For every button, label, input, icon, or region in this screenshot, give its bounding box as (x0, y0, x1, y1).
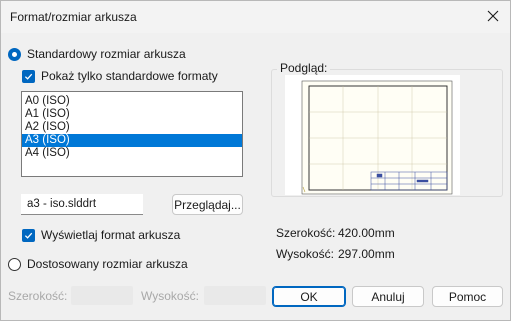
show-format-checkbox[interactable] (22, 228, 35, 242)
custom-height-label: Wysokość: (141, 289, 199, 303)
checkmark-icon (24, 73, 33, 80)
standard-size-label: Standardowy rozmiar arkusza (27, 47, 186, 61)
title-bar: Format/rozmiar arkusza (1, 1, 510, 33)
list-item-a3-selected[interactable]: A3 (ISO) (22, 134, 242, 147)
custom-size-option[interactable]: Dostosowany rozmiar arkusza (8, 257, 188, 271)
list-item-a1[interactable]: A1 (ISO) (22, 108, 242, 121)
sheet-template-field[interactable]: a3 - iso.slddrt (21, 194, 143, 215)
preview-width-value: 420.00mm (338, 226, 395, 240)
sheet-preview (285, 75, 460, 195)
preview-width-label: Szerokość: (276, 226, 336, 240)
browse-button[interactable]: Przeglądaj... (172, 194, 243, 215)
dialog-title: Format/rozmiar arkusza (10, 10, 137, 24)
cancel-button[interactable]: Anuluj (352, 286, 424, 307)
sheet-preview-drawing (301, 80, 453, 195)
list-item-a0[interactable]: A0 (ISO) (22, 95, 242, 108)
custom-height-field[interactable] (204, 286, 266, 305)
custom-size-label: Dostosowany rozmiar arkusza (27, 257, 188, 271)
custom-size-radio[interactable] (8, 257, 21, 271)
sheet-format-dialog: Format/rozmiar arkusza Standardowy rozmi… (0, 0, 511, 321)
help-button[interactable]: Pomoc (432, 286, 503, 307)
standard-size-option[interactable]: Standardowy rozmiar arkusza (8, 47, 186, 61)
checkmark-icon (24, 232, 33, 239)
close-icon (487, 10, 499, 22)
preview-group-label: Podgląd: (277, 61, 331, 75)
custom-width-label: Szerokość: (8, 289, 68, 303)
standard-size-radio[interactable] (8, 47, 21, 61)
list-item-a2[interactable]: A2 (ISO) (22, 121, 242, 134)
ok-button[interactable]: OK (272, 286, 346, 307)
format-list[interactable]: A0 (ISO) A1 (ISO) A2 (ISO) A3 (ISO) A4 (… (21, 91, 243, 177)
only-standard-label: Pokaż tylko standardowe formaty (41, 69, 218, 83)
close-button[interactable] (479, 3, 507, 29)
only-standard-option[interactable]: Pokaż tylko standardowe formaty (22, 69, 218, 83)
preview-height-value: 297.00mm (338, 247, 395, 261)
custom-width-field[interactable] (71, 286, 133, 305)
list-item-a4[interactable]: A4 (ISO) (22, 147, 242, 160)
only-standard-checkbox[interactable] (22, 69, 35, 83)
preview-height-label: Wysokość: (276, 247, 334, 261)
show-format-label: Wyświetlaj format arkusza (41, 228, 181, 242)
show-format-option[interactable]: Wyświetlaj format arkusza (22, 228, 180, 242)
